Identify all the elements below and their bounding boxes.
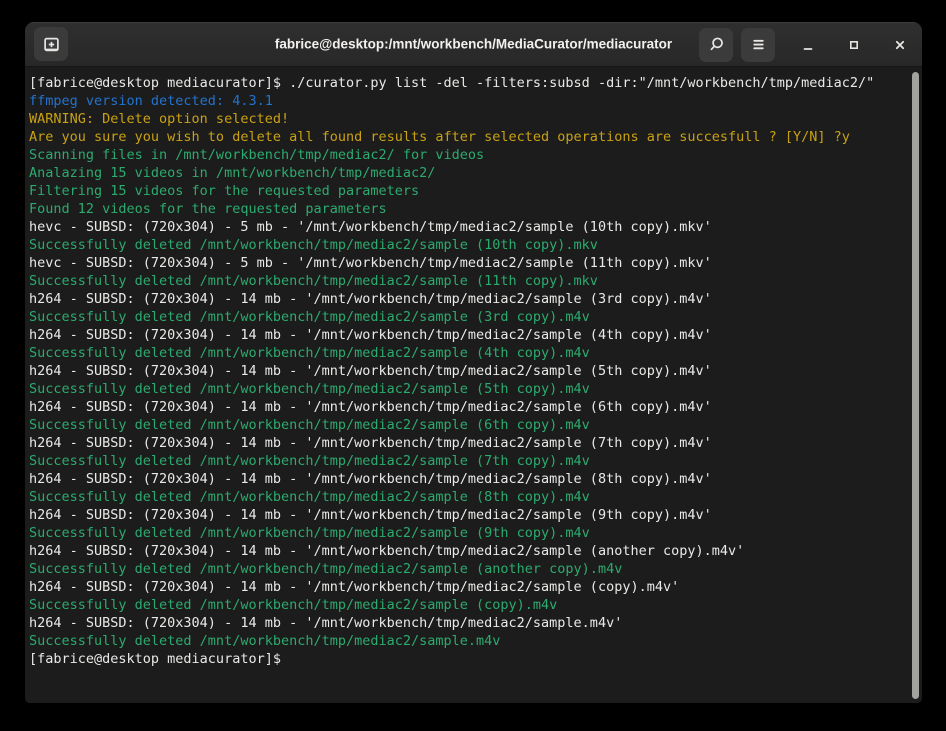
new-tab-icon bbox=[43, 36, 60, 53]
scrollbar-thumb[interactable] bbox=[912, 72, 919, 699]
terminal-line: h264 - SUBSD: (720x304) - 14 mb - '/mnt/… bbox=[29, 470, 906, 488]
menu-button[interactable] bbox=[741, 28, 775, 62]
new-tab-button[interactable] bbox=[34, 27, 68, 61]
terminal-line: ffmpeg version detected: 4.3.1 bbox=[29, 92, 906, 110]
terminal-screen[interactable]: [fabrice@desktop mediacurator]$ ./curato… bbox=[25, 67, 922, 703]
terminal-line: h264 - SUBSD: (720x304) - 14 mb - '/mnt/… bbox=[29, 434, 906, 452]
terminal-line: Scanning files in /mnt/workbench/tmp/med… bbox=[29, 146, 906, 164]
terminal-line: h264 - SUBSD: (720x304) - 14 mb - '/mnt/… bbox=[29, 578, 906, 596]
search-icon bbox=[708, 36, 725, 53]
terminal-line: hevc - SUBSD: (720x304) - 5 mb - '/mnt/w… bbox=[29, 218, 906, 236]
close-button[interactable] bbox=[887, 32, 913, 58]
terminal-output: [fabrice@desktop mediacurator]$ ./curato… bbox=[29, 74, 906, 668]
terminal-window: fabrice@desktop:/mnt/workbench/MediaCura… bbox=[25, 22, 922, 703]
terminal-line: Filtering 15 videos for the requested pa… bbox=[29, 182, 906, 200]
terminal-line: Successfully deleted /mnt/workbench/tmp/… bbox=[29, 416, 906, 434]
titlebar[interactable]: fabrice@desktop:/mnt/workbench/MediaCura… bbox=[25, 22, 922, 67]
terminal-line: Successfully deleted /mnt/workbench/tmp/… bbox=[29, 344, 906, 362]
terminal-line: h264 - SUBSD: (720x304) - 14 mb - '/mnt/… bbox=[29, 506, 906, 524]
search-button[interactable] bbox=[699, 28, 733, 62]
terminal-line: Successfully deleted /mnt/workbench/tmp/… bbox=[29, 632, 906, 650]
terminal-line: h264 - SUBSD: (720x304) - 14 mb - '/mnt/… bbox=[29, 326, 906, 344]
terminal-line: hevc - SUBSD: (720x304) - 5 mb - '/mnt/w… bbox=[29, 254, 906, 272]
close-icon bbox=[893, 38, 907, 52]
terminal-line: Successfully deleted /mnt/workbench/tmp/… bbox=[29, 380, 906, 398]
minimize-button[interactable] bbox=[795, 32, 821, 58]
terminal-line: Found 12 videos for the requested parame… bbox=[29, 200, 906, 218]
maximize-button[interactable] bbox=[841, 32, 867, 58]
terminal-line: h264 - SUBSD: (720x304) - 14 mb - '/mnt/… bbox=[29, 614, 906, 632]
terminal-line: WARNING: Delete option selected! bbox=[29, 110, 906, 128]
terminal-line: h264 - SUBSD: (720x304) - 14 mb - '/mnt/… bbox=[29, 542, 906, 560]
terminal-line: h264 - SUBSD: (720x304) - 14 mb - '/mnt/… bbox=[29, 290, 906, 308]
terminal-line: h264 - SUBSD: (720x304) - 14 mb - '/mnt/… bbox=[29, 362, 906, 380]
terminal-line: Successfully deleted /mnt/workbench/tmp/… bbox=[29, 308, 906, 326]
terminal-line: h264 - SUBSD: (720x304) - 14 mb - '/mnt/… bbox=[29, 398, 906, 416]
terminal-line: Analazing 15 videos in /mnt/workbench/tm… bbox=[29, 164, 906, 182]
desktop-background: fabrice@desktop:/mnt/workbench/MediaCura… bbox=[0, 0, 946, 731]
terminal-line: Successfully deleted /mnt/workbench/tmp/… bbox=[29, 488, 906, 506]
titlebar-controls bbox=[699, 22, 913, 67]
terminal-line: Successfully deleted /mnt/workbench/tmp/… bbox=[29, 560, 906, 578]
terminal-line: Successfully deleted /mnt/workbench/tmp/… bbox=[29, 596, 906, 614]
terminal-line: [fabrice@desktop mediacurator]$ ./curato… bbox=[29, 74, 906, 92]
terminal-line: Successfully deleted /mnt/workbench/tmp/… bbox=[29, 236, 906, 254]
terminal-line: Successfully deleted /mnt/workbench/tmp/… bbox=[29, 452, 906, 470]
minimize-icon bbox=[801, 38, 815, 52]
terminal-line: [fabrice@desktop mediacurator]$ bbox=[29, 650, 906, 668]
terminal-line: Successfully deleted /mnt/workbench/tmp/… bbox=[29, 524, 906, 542]
terminal-line: Are you sure you wish to delete all foun… bbox=[29, 128, 906, 146]
terminal-line: Successfully deleted /mnt/workbench/tmp/… bbox=[29, 272, 906, 290]
maximize-icon bbox=[847, 38, 861, 52]
window-title: fabrice@desktop:/mnt/workbench/MediaCura… bbox=[275, 37, 672, 52]
hamburger-menu-icon bbox=[751, 37, 766, 52]
